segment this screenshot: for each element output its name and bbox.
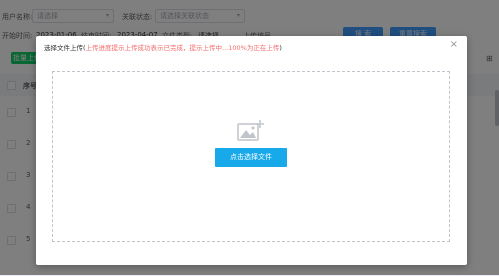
image-icon bbox=[237, 120, 264, 141]
upload-drop-area[interactable]: 点击选择文件 bbox=[52, 71, 450, 242]
select-file-button-label: 点击选择文件 bbox=[230, 153, 272, 161]
dialog-title: 选择文件上传(上传进度提示上传成功表示已完成，提示上传中...100%为正在上传… bbox=[44, 42, 282, 52]
dialog-title-suffix: ) bbox=[279, 44, 282, 52]
upload-dialog: 选择文件上传(上传进度提示上传成功表示已完成，提示上传中...100%为正在上传… bbox=[36, 36, 467, 265]
select-file-button[interactable]: 点击选择文件 bbox=[215, 148, 287, 167]
dialog-title-hint: 上传进度提示上传成功表示已完成，提示上传中...100%为正在上传 bbox=[85, 44, 280, 52]
close-icon[interactable]: × bbox=[450, 40, 458, 50]
dialog-title-prefix: 选择文件上传( bbox=[44, 44, 86, 52]
